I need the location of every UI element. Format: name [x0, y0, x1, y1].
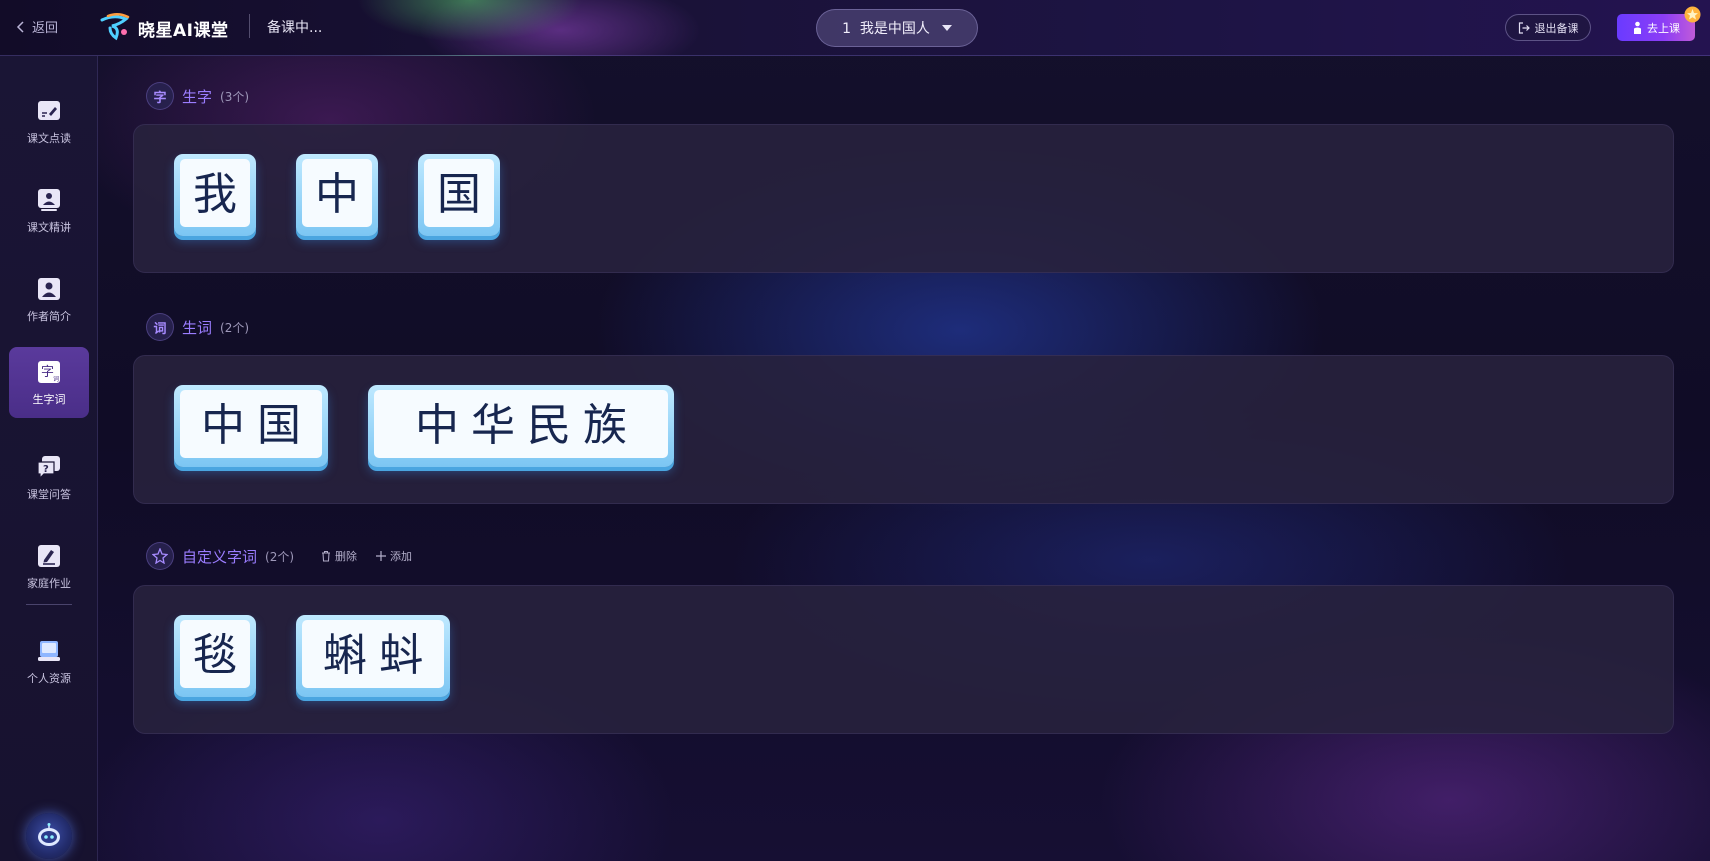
- sidebar-item-reading[interactable]: 课文点读: [9, 86, 89, 157]
- delete-button[interactable]: 删除: [320, 548, 357, 564]
- character-card[interactable]: 国: [418, 154, 500, 236]
- section-title: 生字: [182, 87, 213, 106]
- star-badge-icon: [1684, 6, 1701, 23]
- lesson-select[interactable]: 1 我是中国人: [816, 9, 978, 47]
- character-icon: 字词: [38, 360, 60, 383]
- lecture-icon: [38, 188, 60, 211]
- add-button[interactable]: 添加: [375, 548, 412, 564]
- top-bar: 返回 晓星AI课堂 备课中... 1 我是中国人 退出备课 去上课: [0, 0, 1710, 56]
- chevron-left-icon: [16, 20, 24, 33]
- sidebar-item-label: 生字词: [32, 392, 66, 406]
- app-logo: 晓星AI课堂: [98, 12, 228, 44]
- sidebar-item-label: 作者简介: [27, 309, 71, 323]
- caret-down-icon: [941, 25, 952, 31]
- svg-text:?: ?: [43, 464, 49, 475]
- exit-prep-button[interactable]: 退出备课: [1505, 14, 1591, 41]
- qa-icon: ?: [37, 455, 60, 479]
- trash-icon: [322, 551, 331, 562]
- prep-status: 备课中...: [267, 20, 323, 36]
- word-card[interactable]: 中国: [174, 385, 328, 467]
- back-label: 返回: [32, 21, 59, 36]
- word-card[interactable]: 中华民族: [368, 385, 674, 467]
- character-card[interactable]: 中: [296, 154, 378, 236]
- reading-icon: [38, 100, 60, 120]
- author-icon: [38, 277, 60, 300]
- custom-panel: 毯 蝌蚪: [133, 585, 1674, 734]
- section-title: 生词: [182, 318, 213, 337]
- word-section-icon: 词: [146, 313, 174, 341]
- exit-icon: [1518, 21, 1530, 34]
- character-section-icon: 字: [146, 82, 174, 110]
- custom-card[interactable]: 毯: [174, 615, 256, 697]
- teacher-icon: [1634, 21, 1641, 34]
- ai-assistant-button[interactable]: [26, 813, 72, 859]
- section-header-characters: 字 生字 (3个): [146, 82, 249, 110]
- resource-icon: [38, 640, 60, 661]
- logo-icon: [100, 13, 130, 41]
- words-list: 中国 中华民族: [174, 385, 674, 467]
- back-button[interactable]: 返回: [16, 17, 58, 36]
- sidebar-item-author[interactable]: 作者简介: [9, 264, 89, 335]
- logo-text: 晓星AI课堂: [138, 20, 229, 41]
- svg-text:词: 词: [53, 375, 59, 383]
- sidebar-item-label: 课堂问答: [27, 487, 71, 501]
- delete-label: 删除: [335, 550, 358, 563]
- header-divider: [249, 14, 250, 38]
- section-count: (3个): [220, 89, 250, 104]
- add-label: 添加: [390, 550, 413, 563]
- lesson-select-value: 1 我是中国人: [842, 21, 930, 37]
- custom-section-icon: [146, 542, 174, 570]
- sidebar-item-characters[interactable]: 字词 生字词: [9, 347, 89, 418]
- sidebar-item-resources[interactable]: 个人资源: [9, 626, 89, 697]
- sidebar-item-lecture[interactable]: 课文精讲: [9, 175, 89, 246]
- sidebar-item-label: 课文精讲: [27, 220, 71, 234]
- section-count: (2个): [220, 320, 250, 335]
- section-header-words: 词 生词 (2个): [146, 313, 249, 341]
- section-title: 自定义字词: [182, 547, 258, 566]
- custom-list: 毯 蝌蚪: [174, 615, 450, 697]
- character-card[interactable]: 我: [174, 154, 256, 236]
- robot-icon: [38, 823, 60, 846]
- sidebar-item-homework[interactable]: 家庭作业: [9, 531, 89, 602]
- sidebar-item-qa[interactable]: ? 课堂问答: [9, 442, 89, 513]
- sidebar-item-label: 家庭作业: [27, 576, 71, 590]
- start-class-label: 去上课: [1647, 21, 1680, 35]
- homework-icon: [38, 544, 60, 567]
- characters-panel: 我 中 国: [133, 124, 1674, 273]
- exit-prep-label: 退出备课: [1534, 21, 1579, 35]
- sidebar-item-label: 个人资源: [27, 671, 71, 685]
- sidebar-item-label: 课文点读: [27, 131, 71, 145]
- sidebar-divider: [26, 604, 72, 605]
- plus-icon: [376, 551, 387, 561]
- characters-list: 我 中 国: [174, 154, 500, 236]
- section-count: (2个): [265, 549, 295, 564]
- words-panel: 中国 中华民族: [133, 355, 1674, 504]
- sidebar: 课文点读 课文精讲 作者简介 字词 生字词 ? 课堂问答 家庭作业 个人资源: [0, 56, 98, 861]
- section-header-custom: 自定义字词 (2个) 删除 添加: [146, 542, 412, 570]
- custom-card[interactable]: 蝌蚪: [296, 615, 450, 697]
